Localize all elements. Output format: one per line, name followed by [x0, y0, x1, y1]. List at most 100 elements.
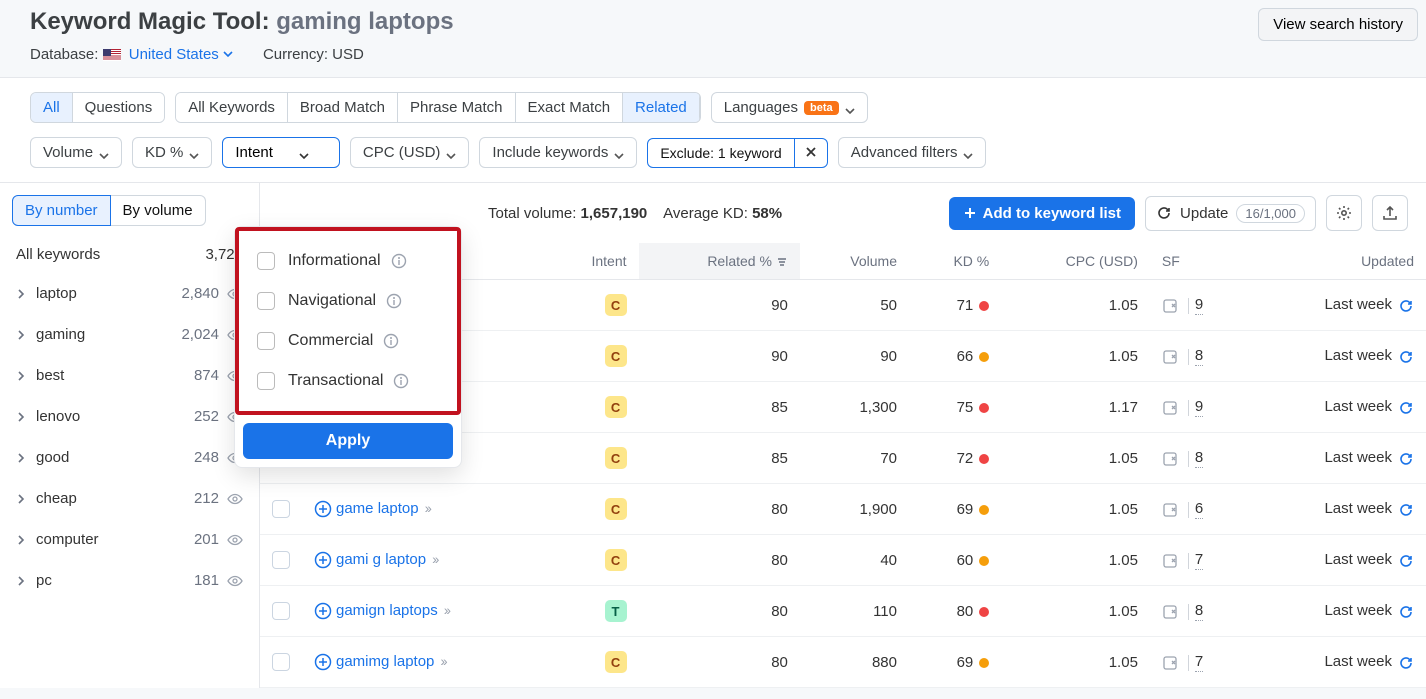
sidebar-item[interactable]: gaming2,024: [0, 314, 259, 355]
checkbox[interactable]: [257, 292, 275, 310]
tab-phrase[interactable]: Phrase Match: [398, 93, 516, 122]
add-keyword-icon[interactable]: [314, 602, 332, 620]
add-keyword-icon[interactable]: [314, 551, 332, 569]
view-history-button[interactable]: View search history: [1258, 8, 1418, 41]
keyword-link[interactable]: game laptop: [336, 500, 419, 517]
sf-value[interactable]: 8: [1195, 602, 1203, 621]
serp-icon[interactable]: [1162, 451, 1178, 467]
row-checkbox[interactable]: [272, 500, 290, 518]
sidebar-item[interactable]: cheap212: [0, 478, 259, 519]
refresh-icon[interactable]: [1398, 655, 1414, 671]
expand-icon[interactable]: ››: [444, 602, 449, 618]
sf-value[interactable]: 6: [1195, 500, 1203, 519]
settings-button[interactable]: [1326, 195, 1362, 231]
intent-filter[interactable]: Intent: [222, 137, 340, 168]
col-intent[interactable]: Intent: [547, 243, 638, 280]
add-to-list-button[interactable]: Add to keyword list: [949, 197, 1135, 230]
refresh-icon[interactable]: [1398, 400, 1414, 416]
tab-related[interactable]: Related: [623, 93, 700, 122]
serp-icon[interactable]: [1162, 502, 1178, 518]
refresh-icon[interactable]: [1398, 349, 1414, 365]
sidebar-item[interactable]: computer201: [0, 519, 259, 560]
languages-dropdown[interactable]: Languages beta: [711, 92, 868, 123]
volume-value: 110: [800, 586, 909, 637]
sidebar-tab-by-volume[interactable]: By volume: [111, 195, 206, 226]
col-updated[interactable]: Updated: [1251, 243, 1426, 280]
intent-option-informational[interactable]: Informational: [247, 241, 449, 281]
kd-dot-icon: [979, 505, 989, 515]
serp-icon[interactable]: [1162, 553, 1178, 569]
serp-icon[interactable]: [1162, 604, 1178, 620]
sf-value[interactable]: 9: [1195, 296, 1203, 315]
volume-filter[interactable]: Volume: [30, 137, 122, 168]
intent-apply-button[interactable]: Apply: [243, 423, 453, 459]
database-link[interactable]: United States: [129, 46, 219, 63]
kd-value: 75: [909, 382, 1001, 433]
database[interactable]: Database: United States: [30, 46, 233, 63]
refresh-icon[interactable]: [1398, 604, 1414, 620]
sidebar-item-label: lenovo: [36, 408, 80, 425]
tab-all[interactable]: All: [31, 93, 73, 122]
checkbox[interactable]: [257, 252, 275, 270]
tab-exact[interactable]: Exact Match: [516, 93, 624, 122]
intent-option-transactional[interactable]: Transactional: [247, 361, 449, 401]
serp-icon[interactable]: [1162, 298, 1178, 314]
tab-all-keywords[interactable]: All Keywords: [176, 93, 288, 122]
exclude-clear-button[interactable]: [795, 139, 827, 167]
sf-value[interactable]: 7: [1195, 551, 1203, 570]
eye-icon[interactable]: [227, 491, 243, 507]
expand-icon[interactable]: ››: [425, 500, 430, 516]
col-related[interactable]: Related %: [639, 243, 800, 280]
sf-value[interactable]: 8: [1195, 347, 1203, 366]
intent-badge: C: [605, 396, 627, 418]
checkbox[interactable]: [257, 332, 275, 350]
sidebar-item[interactable]: lenovo252: [0, 396, 259, 437]
add-keyword-icon[interactable]: [314, 653, 332, 671]
sidebar-item[interactable]: best874: [0, 355, 259, 396]
sidebar-item-count: 212: [194, 490, 219, 507]
include-filter[interactable]: Include keywords: [479, 137, 637, 168]
sf-value[interactable]: 8: [1195, 449, 1203, 468]
tab-broad[interactable]: Broad Match: [288, 93, 398, 122]
col-cpc[interactable]: CPC (USD): [1001, 243, 1150, 280]
col-volume[interactable]: Volume: [800, 243, 909, 280]
intent-option-commercial[interactable]: Commercial: [247, 321, 449, 361]
intent-option-navigational[interactable]: Navigational: [247, 281, 449, 321]
refresh-icon: [1156, 205, 1172, 221]
refresh-icon[interactable]: [1398, 298, 1414, 314]
keyword-link[interactable]: gamimg laptop: [336, 653, 434, 670]
checkbox[interactable]: [257, 372, 275, 390]
export-button[interactable]: [1372, 195, 1408, 231]
col-sf[interactable]: SF: [1150, 243, 1251, 280]
serp-icon[interactable]: [1162, 349, 1178, 365]
sidebar-tab-by-number[interactable]: By number: [12, 195, 111, 226]
update-button[interactable]: Update 16/1,000: [1145, 196, 1316, 231]
sidebar-all-keywords[interactable]: All keywords 3,724: [0, 236, 259, 273]
eye-icon[interactable]: [227, 573, 243, 589]
serp-icon[interactable]: [1162, 655, 1178, 671]
tab-questions[interactable]: Questions: [73, 93, 165, 122]
keyword-link[interactable]: gamign laptops: [336, 602, 438, 619]
sidebar-item[interactable]: good248: [0, 437, 259, 478]
sidebar-item[interactable]: pc181: [0, 560, 259, 601]
expand-icon[interactable]: ››: [440, 653, 445, 669]
sf-value[interactable]: 9: [1195, 398, 1203, 417]
exclude-label[interactable]: Exclude: 1 keyword: [648, 139, 794, 167]
refresh-icon[interactable]: [1398, 553, 1414, 569]
advanced-filter[interactable]: Advanced filters: [838, 137, 987, 168]
keyword-link[interactable]: gami g laptop: [336, 551, 426, 568]
col-kd[interactable]: KD %: [909, 243, 1001, 280]
sf-value[interactable]: 7: [1195, 653, 1203, 672]
kd-filter[interactable]: KD %: [132, 137, 212, 168]
refresh-icon[interactable]: [1398, 451, 1414, 467]
row-checkbox[interactable]: [272, 551, 290, 569]
expand-icon[interactable]: ››: [432, 551, 437, 567]
row-checkbox[interactable]: [272, 602, 290, 620]
sidebar-item[interactable]: laptop2,840: [0, 273, 259, 314]
add-keyword-icon[interactable]: [314, 500, 332, 518]
eye-icon[interactable]: [227, 532, 243, 548]
serp-icon[interactable]: [1162, 400, 1178, 416]
row-checkbox[interactable]: [272, 653, 290, 671]
refresh-icon[interactable]: [1398, 502, 1414, 518]
cpc-filter[interactable]: CPC (USD): [350, 137, 470, 168]
